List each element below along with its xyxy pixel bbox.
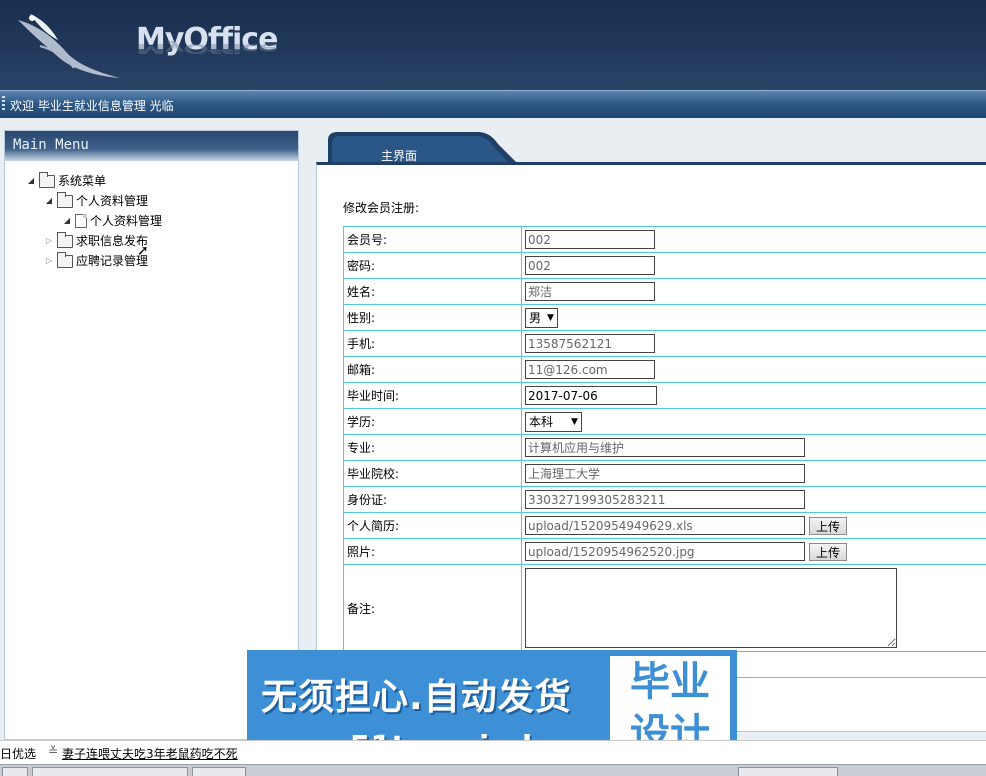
logo-reflection: MyOffice (136, 40, 278, 56)
form-row-school: 毕业院校: (343, 460, 986, 487)
label-member-id: 会员号: (343, 226, 522, 253)
phone-input[interactable] (525, 334, 655, 353)
tree-node-jobs[interactable]: ▷ 求职信息发布 (25, 231, 298, 251)
form-row-member-id: 会员号: (343, 226, 986, 253)
mouse-cursor-icon: ➚ (137, 243, 149, 259)
name-input[interactable] (525, 282, 655, 301)
folder-icon (57, 251, 73, 268)
form-row-id-card: 身份证: (343, 486, 986, 513)
resume-input[interactable] (525, 516, 805, 535)
tree-label-root: 系统菜单 (58, 174, 107, 188)
form-row-remark: 备注: (343, 564, 986, 652)
expanded-arrow-icon[interactable]: ◢ (43, 191, 55, 211)
tree-node-records[interactable]: ▷ 应聘记录管理 (25, 251, 298, 271)
tree-node-root[interactable]: ◢ 系统菜单 (25, 171, 298, 191)
tree-node-personal[interactable]: ◢ 个人资料管理 (25, 191, 298, 211)
form-title: 修改会员注册: (343, 201, 420, 215)
upload-resume-button[interactable]: 上传 (809, 516, 848, 535)
taskbar-item[interactable] (192, 767, 246, 776)
label-grad-time: 毕业时间: (343, 382, 522, 409)
photo-input[interactable] (525, 542, 805, 561)
form-row-phone: 手机: (343, 330, 986, 357)
grip-icon (2, 96, 5, 112)
tree-label-personal: 个人资料管理 (76, 194, 149, 208)
news-strip: 日优选 ≚ 妻子连喂丈夫吃3年老鼠药吃不死 (0, 740, 986, 764)
label-resume: 个人简历: (343, 512, 522, 539)
news-link[interactable]: 妻子连喂丈夫吃3年老鼠药吃不死 (62, 745, 247, 762)
label-password: 密码: (343, 252, 522, 279)
tree-node-personal-child[interactable]: ◢ 个人资料管理 (25, 211, 298, 231)
member-form: 会员号: 密码: 姓名: 性别: 男▼ 手机: 邮箱: 毕业时间: 学历: (343, 226, 986, 678)
folder-icon (57, 231, 73, 248)
member-id-input[interactable] (525, 230, 655, 249)
form-row-education: 学历: 本科 ▼ (343, 408, 986, 435)
app-header: MyOffice MyOffice (0, 0, 986, 90)
education-select[interactable]: 本科 ▼ (525, 411, 582, 432)
password-input[interactable] (525, 256, 655, 275)
label-phone: 手机: (343, 330, 522, 357)
form-row-name: 姓名: (343, 278, 986, 305)
grad-time-input[interactable] (525, 386, 657, 405)
news-strip-left: 日优选 (0, 747, 37, 761)
watermark-badge-line1: 毕业 (630, 659, 710, 705)
label-education: 学历: (343, 408, 522, 435)
bird-logo-icon (18, 14, 120, 78)
taskbar (0, 764, 986, 776)
expanded-arrow-icon[interactable]: ◢ (25, 171, 37, 191)
upload-photo-button[interactable]: 上传 (809, 542, 848, 561)
form-row-password: 密码: (343, 252, 986, 279)
label-school: 毕业院校: (343, 460, 522, 487)
left-menu-panel: Main Menu ◢ 系统菜单 ◢ 个人资料管理 ◢ 个人资料管理 ▷ 求职信… (4, 130, 299, 740)
school-input[interactable] (525, 464, 805, 483)
remark-textarea[interactable] (525, 568, 897, 648)
label-gender: 性别: (343, 304, 522, 331)
dropdown-arrow-icon: ▼ (571, 416, 578, 427)
welcome-text: 欢迎 毕业生就业信息管理 光临 (10, 99, 174, 113)
gender-value: 男 (529, 311, 542, 325)
collapsed-arrow-icon[interactable]: ▷ (43, 251, 55, 271)
form-row-grad-time: 毕业时间: (343, 382, 986, 409)
folder-icon (57, 191, 73, 208)
label-major: 专业: (343, 434, 522, 461)
menu-tree: ◢ 系统菜单 ◢ 个人资料管理 ◢ 个人资料管理 ▷ 求职信息发布 ▷ 应聘记录… (5, 161, 298, 271)
folder-icon (39, 171, 55, 188)
gender-select[interactable]: 男 ▼ (525, 307, 558, 328)
menu-title: Main Menu (5, 131, 298, 161)
start-icon[interactable] (2, 767, 28, 776)
form-row-email: 邮箱: (343, 356, 986, 383)
label-id-card: 身份证: (343, 486, 522, 513)
form-row-major: 专业: (343, 434, 986, 461)
major-input[interactable] (525, 438, 805, 457)
education-value: 本科 (529, 415, 554, 429)
form-row-resume: 个人简历: 上传 (343, 512, 986, 539)
taskbar-item[interactable] (738, 767, 838, 776)
id-card-input[interactable] (525, 490, 805, 509)
email-input[interactable] (525, 360, 655, 379)
form-row-photo: 照片: 上传 (343, 538, 986, 565)
expanded-arrow-icon: ◢ (63, 216, 71, 225)
document-icon (75, 214, 87, 228)
watermark-line1: 无须担心.自动发货 (261, 677, 572, 718)
form-row-gender: 性别: 男 ▼ (343, 304, 986, 331)
label-name: 姓名: (343, 278, 522, 305)
label-email: 邮箱: (343, 356, 522, 383)
chevron-down-icon[interactable]: ≚ (48, 744, 58, 758)
taskbar-item[interactable] (32, 767, 188, 776)
dropdown-arrow-icon: ▼ (547, 312, 554, 323)
label-photo: 照片: (343, 538, 522, 565)
tab-main[interactable] (328, 132, 516, 162)
welcome-bar: 欢迎 毕业生就业信息管理 光临 (0, 90, 986, 118)
label-remark: 备注: (343, 564, 522, 652)
collapsed-arrow-icon[interactable]: ▷ (43, 231, 55, 251)
tree-label-personal-child: 个人资料管理 (90, 214, 163, 228)
main-content-panel: 修改会员注册: 会员号: 密码: 姓名: 性别: 男▼ 手机: 邮箱: 毕业时间… (316, 162, 986, 732)
